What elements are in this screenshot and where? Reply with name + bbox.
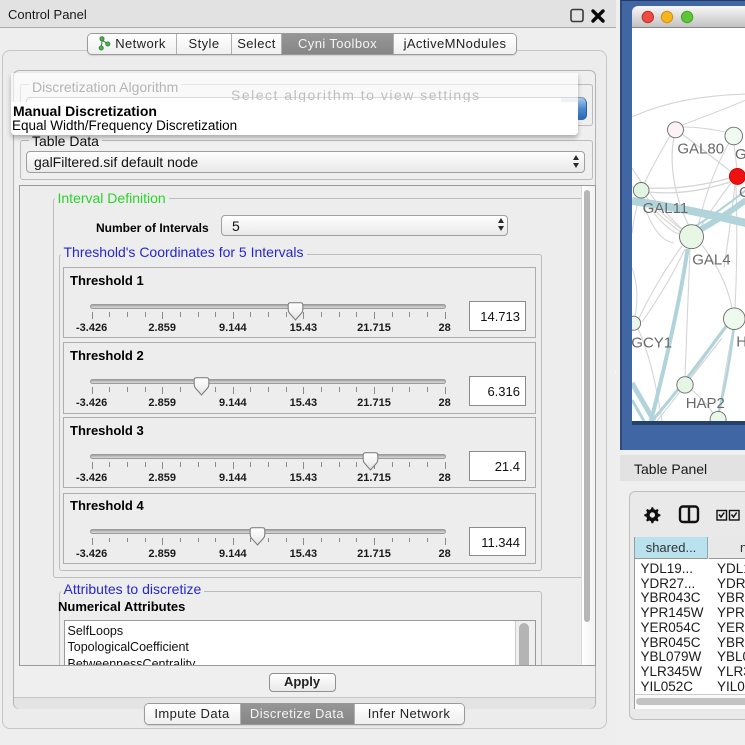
svg-text:HAP2: HAP2	[685, 395, 724, 412]
svg-text:GAL11: GAL11	[642, 200, 688, 217]
svg-text:HA: HA	[736, 333, 745, 350]
svg-text:GCY1: GCY1	[632, 334, 672, 351]
svg-text:GAL80: GAL80	[677, 140, 724, 157]
svg-text:C: C	[739, 184, 745, 201]
svg-text:GA: GA	[735, 146, 745, 163]
svg-text:GAL4: GAL4	[692, 251, 730, 268]
